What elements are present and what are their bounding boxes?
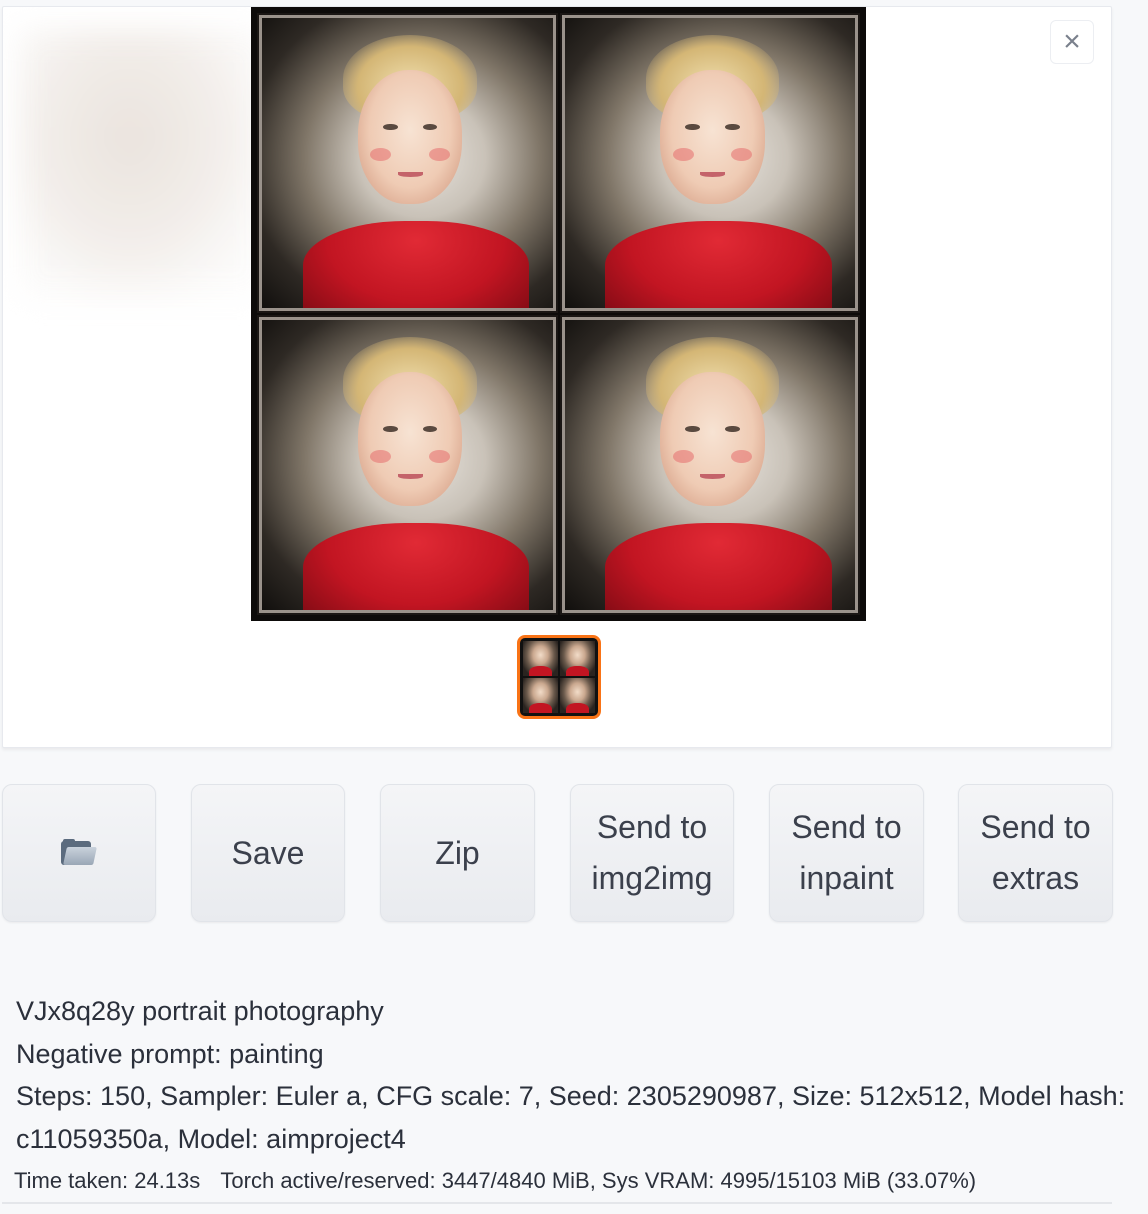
negative-prompt-text: Negative prompt: painting (16, 1038, 324, 1069)
send-to-inpaint-label-line1: Send to (791, 809, 902, 845)
image-gallery (2, 6, 1112, 748)
send-to-img2img-label-line2: img2img (591, 860, 713, 896)
gallery-thumbnail-selected[interactable] (517, 635, 601, 719)
send-to-extras-button[interactable]: Send to extras (958, 784, 1113, 922)
folder-icon (61, 839, 97, 867)
close-button[interactable]: × (1050, 20, 1094, 64)
generation-info: VJx8q28y portrait photography Negative p… (16, 990, 1126, 1160)
time-taken-text: Time taken: 24.13s (14, 1168, 201, 1193)
performance-info: Time taken: 24.13s Torch active/reserved… (14, 1166, 976, 1196)
portrait-tile (257, 13, 558, 313)
app-root: × Save Zip Send to img2img Send to inpai… (0, 0, 1148, 1214)
open-folder-button[interactable] (2, 784, 156, 922)
send-to-extras-label-line2: extras (991, 860, 1080, 896)
send-to-extras-label-line1: Send to (980, 809, 1091, 845)
portrait-tile (559, 13, 860, 313)
send-to-img2img-button[interactable]: Send to img2img (570, 784, 734, 922)
generated-image[interactable] (251, 7, 866, 621)
prompt-text: VJx8q28y portrait photography (16, 996, 384, 1026)
zip-button-label: Zip (435, 834, 480, 871)
close-icon: × (1063, 25, 1081, 58)
save-button[interactable]: Save (191, 784, 345, 922)
blurred-background-image (17, 29, 267, 299)
portrait-tile (559, 315, 860, 615)
zip-button[interactable]: Zip (380, 784, 535, 922)
send-to-inpaint-label-line2: inpaint (799, 860, 894, 896)
send-to-inpaint-button[interactable]: Send to inpaint (769, 784, 924, 922)
send-to-img2img-label-line1: Send to (596, 809, 708, 845)
generation-params-text: Steps: 150, Sampler: Euler a, CFG scale:… (16, 1081, 1126, 1154)
divider (2, 1202, 1112, 1204)
portrait-tile (257, 315, 558, 615)
save-button-label: Save (231, 834, 305, 871)
memory-usage-text: Torch active/reserved: 3447/4840 MiB, Sy… (220, 1168, 977, 1193)
